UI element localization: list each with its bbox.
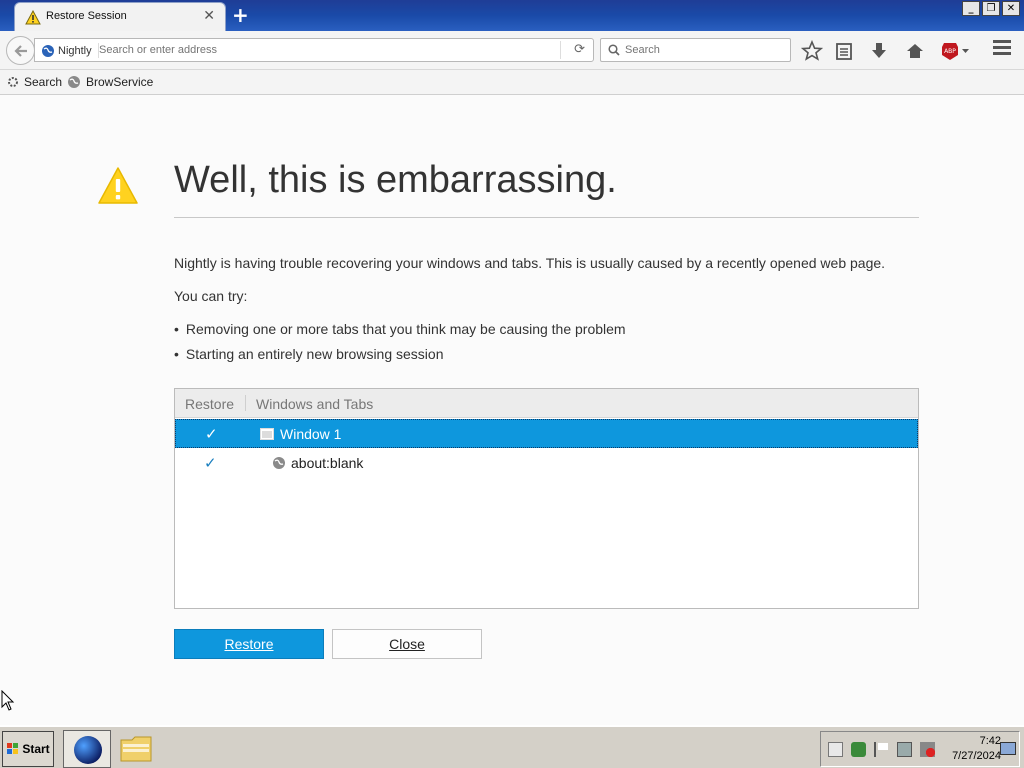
session-tree[interactable]: Restore Windows and Tabs ✓ Window 1 ✓ ab…	[174, 388, 919, 609]
tree-row-window[interactable]: ✓ Window 1	[175, 419, 918, 448]
suggestion-item: Removing one or more tabs that you think…	[174, 321, 626, 337]
globe-icon	[68, 76, 80, 88]
page-content: Well, this is embarrassing. Nightly is h…	[0, 95, 1024, 725]
windows-logo-icon	[7, 743, 19, 754]
bookmark-label: BrowService	[86, 75, 154, 89]
search-bar[interactable]	[600, 38, 791, 62]
taskbar-browser-button[interactable]	[63, 730, 111, 768]
reading-list-icon[interactable]	[833, 40, 855, 62]
page-title: Well, this is embarrassing.	[174, 159, 617, 201]
search-icon	[608, 44, 620, 56]
new-tab-button[interactable]: +	[232, 3, 249, 27]
home-icon[interactable]	[904, 40, 926, 62]
folder-icon	[120, 736, 152, 762]
svg-text:ABP: ABP	[944, 48, 956, 55]
network-icon[interactable]	[897, 742, 912, 757]
close-window-button[interactable]: ✕	[1002, 1, 1020, 16]
restore-checkbox[interactable]: ✓	[205, 425, 218, 443]
suggestion-item: Starting an entirely new browsing sessio…	[174, 346, 444, 362]
error-description: Nightly is having trouble recovering you…	[174, 255, 886, 271]
row-label: Window 1	[280, 426, 342, 442]
globe-icon	[273, 457, 285, 469]
warning-icon	[98, 167, 138, 204]
tree-row-tab[interactable]: ✓ about:blank	[175, 449, 918, 478]
menu-button[interactable]	[993, 40, 1011, 60]
column-restore[interactable]: Restore	[185, 396, 234, 412]
url-input[interactable]	[99, 42, 554, 58]
back-button[interactable]	[6, 36, 35, 65]
navigation-bar: Nightly ⟳ ABP	[0, 31, 1024, 70]
search-input[interactable]	[625, 42, 785, 58]
bookmark-star-icon[interactable]	[801, 40, 823, 62]
bookmark-label: Search	[24, 75, 63, 89]
tree-header: Restore Windows and Tabs	[175, 389, 918, 418]
clock-date: 7/27/2024	[952, 750, 1001, 762]
start-label: Start	[22, 742, 50, 756]
tab-title: Restore Session	[46, 10, 127, 22]
clock[interactable]: 7:42 7/27/2024	[949, 734, 1001, 764]
site-identity[interactable]: Nightly	[41, 43, 99, 58]
taskbar-explorer-button[interactable]	[119, 732, 155, 766]
adblock-icon[interactable]: ABP	[940, 40, 972, 62]
minimize-button[interactable]: _	[962, 1, 980, 16]
column-divider	[245, 395, 246, 411]
globe-icon	[42, 44, 54, 57]
window-controls: _ ❐ ✕	[962, 1, 1020, 16]
document-icon[interactable]	[828, 742, 843, 757]
bookmark-browservice[interactable]: BrowService	[67, 75, 153, 89]
column-windows-and-tabs[interactable]: Windows and Tabs	[256, 396, 373, 412]
bookmarks-toolbar: Search BrowService	[0, 70, 1024, 95]
bookmark-search[interactable]: Search	[7, 75, 62, 89]
restore-checkbox[interactable]: ✓	[204, 454, 217, 472]
flag-icon[interactable]	[874, 742, 889, 757]
try-label: You can try:	[174, 288, 248, 304]
identity-label: Nightly	[58, 44, 92, 57]
clock-time: 7:42	[979, 735, 1001, 747]
nightly-logo-icon	[74, 736, 102, 764]
security-shield-icon[interactable]	[851, 742, 866, 757]
tab-restore-session[interactable]: Restore Session ✕	[14, 2, 226, 31]
show-desktop-icon[interactable]	[1000, 742, 1016, 755]
back-arrow-icon	[14, 45, 27, 57]
reload-icon[interactable]: ⟳	[574, 42, 585, 57]
mouse-cursor-icon	[1, 690, 15, 711]
heading-divider	[174, 217, 919, 218]
gear-search-icon	[8, 77, 18, 87]
url-bar[interactable]: Nightly ⟳	[34, 38, 594, 62]
warning-icon	[25, 10, 41, 25]
volume-muted-icon[interactable]	[920, 742, 935, 757]
restore-button[interactable]: Restore	[174, 629, 324, 659]
taskbar: Start 7:42 7/27/2024	[0, 725, 1024, 768]
url-divider	[560, 41, 561, 59]
close-button[interactable]: Close	[332, 629, 482, 659]
row-label: about:blank	[291, 455, 364, 471]
tab-close-icon[interactable]: ✕	[203, 8, 215, 24]
downloads-icon[interactable]	[868, 40, 890, 62]
start-button[interactable]: Start	[2, 731, 54, 767]
restore-window-button[interactable]: ❐	[982, 1, 1000, 16]
system-tray: 7:42 7/27/2024	[820, 731, 1020, 767]
title-bar: Restore Session ✕ + _ ❐ ✕	[0, 0, 1024, 31]
window-icon	[260, 428, 274, 440]
